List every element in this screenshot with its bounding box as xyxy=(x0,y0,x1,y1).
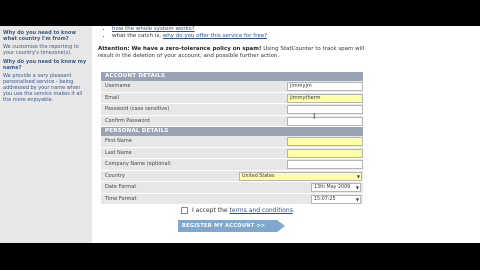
arrow-right-icon xyxy=(277,220,285,232)
first-name-label: First Name xyxy=(105,138,132,144)
country-value: United States xyxy=(242,173,275,179)
country-row: Country United States ▼ xyxy=(101,170,363,182)
faq-question-name: Why do you need to know my name? xyxy=(3,59,87,71)
chevron-down-icon: ▼ xyxy=(356,173,360,179)
faq-answer-name: We provide a very pleasant personalised … xyxy=(3,73,83,103)
date-format-select[interactable]: 13th May 2009 ▼ xyxy=(311,183,361,192)
catch-link[interactable]: why do you offer this service for free? xyxy=(163,33,267,39)
chevron-down-icon: ▼ xyxy=(355,196,359,202)
confirm-password-field[interactable] xyxy=(287,116,363,126)
username-row: Username jimmyjm xyxy=(101,81,363,93)
personal-details-header: PERSONAL DETAILS xyxy=(101,127,363,136)
terms-prefix: I accept the xyxy=(192,207,230,214)
password-row: Password (case sensitive) xyxy=(101,104,363,116)
registration-page: Why do you need to know what country I'm… xyxy=(0,26,480,243)
confirm-password-label: Confirm Password xyxy=(105,117,150,124)
faq-sidebar: Why do you need to know what country I'm… xyxy=(0,26,92,243)
password-label: Password (case sensitive) xyxy=(105,106,170,112)
terms-checkbox[interactable] xyxy=(181,207,188,214)
confirm-password-row: Confirm Password xyxy=(101,115,363,127)
time-format-label: Time Format xyxy=(105,195,137,202)
text-cursor-icon: I xyxy=(313,112,316,121)
company-field[interactable] xyxy=(287,160,363,169)
time-format-value: 15:07:25 xyxy=(314,196,336,202)
email-field[interactable]: jimmytherm xyxy=(287,93,363,103)
registration-form: ACCOUNT DETAILS Username jimmyjm Email j… xyxy=(101,72,363,205)
first-name-field[interactable] xyxy=(287,137,363,146)
last-name-row: Last Name xyxy=(101,147,363,159)
list-item: what the catch is, why do you offer this… xyxy=(112,33,468,40)
terms-link[interactable]: terms and conditions xyxy=(229,207,292,214)
username-label: Username xyxy=(105,83,131,89)
chevron-down-icon: ▼ xyxy=(355,185,359,190)
last-name-field[interactable] xyxy=(287,148,363,158)
terms-suffix: . xyxy=(292,207,295,214)
time-format-row: Time Format 15:07:25 ▼ xyxy=(101,193,363,205)
list-item: how the whole system works? xyxy=(112,26,468,33)
spam-warning: Attention: We have a zero-tolerance poli… xyxy=(98,46,370,60)
register-button[interactable]: REGISTER MY ACCOUNT >> xyxy=(178,220,285,232)
catch-prefix: what the catch is, xyxy=(112,33,163,39)
spam-warning-bold: Attention: We have a zero-tolerance poli… xyxy=(98,46,262,52)
time-format-select[interactable]: 15:07:25 ▼ xyxy=(311,194,361,204)
first-name-row: First Name xyxy=(101,136,363,148)
faq-question-country: Why do you need to know what country I'm… xyxy=(3,30,76,42)
username-field[interactable]: jimmyjm xyxy=(287,82,363,91)
country-select[interactable]: United States ▼ xyxy=(239,171,362,181)
country-label: Country xyxy=(105,172,125,179)
date-format-label: Date Format xyxy=(105,184,137,190)
main-content: how the whole system works? what the cat… xyxy=(98,26,468,40)
date-format-value: 13th May 2009 xyxy=(314,185,351,190)
faq-answer-country: We customise the reporting to your count… xyxy=(3,44,79,56)
email-row: Email jimmytherm xyxy=(101,92,363,104)
account-details-header: ACCOUNT DETAILS xyxy=(101,72,363,81)
faq-links: how the whole system works? what the cat… xyxy=(98,26,468,40)
email-label: Email xyxy=(105,94,119,101)
last-name-label: Last Name xyxy=(105,149,132,156)
password-field[interactable] xyxy=(287,105,363,114)
how-works-link[interactable]: how the whole system works? xyxy=(112,26,195,32)
terms-agreement: I accept the terms and conditions. xyxy=(181,207,295,214)
company-row: Company Name (optional) xyxy=(101,159,363,171)
company-label: Company Name (optional) xyxy=(105,161,171,167)
date-format-row: Date Format 13th May 2009 ▼ xyxy=(101,182,363,194)
register-button-label: REGISTER MY ACCOUNT >> xyxy=(182,223,266,229)
